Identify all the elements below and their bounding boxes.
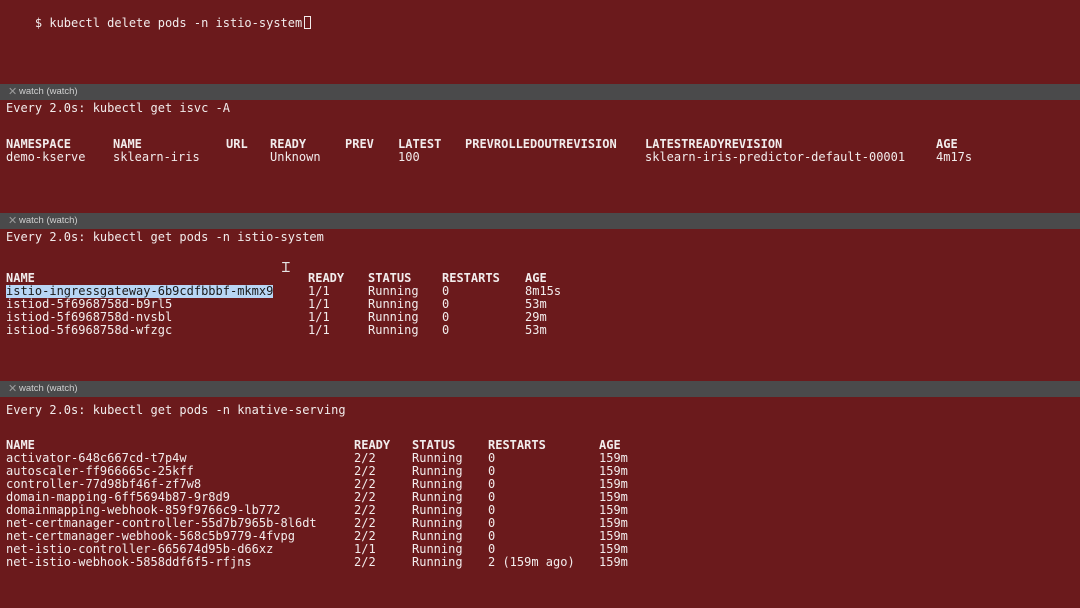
table-cell: 0 xyxy=(442,323,450,337)
table-cell: Unknown xyxy=(270,150,321,164)
watch-pane-knative-serving[interactable]: Every 2.0s: kubectl get pods -n knative-… xyxy=(0,397,1080,608)
col-header-prevrolledoutrevision: PREVROLLEDOUTREVISION xyxy=(465,137,617,151)
shell-prompt-text: $ kubectl delete pods -n istio-system xyxy=(34,16,303,30)
watch-command: Every 2.0s: kubectl get isvc -A xyxy=(6,101,230,115)
table-cell: 1/1 xyxy=(308,323,330,337)
shell-pane[interactable]: $ kubectl delete pods -n istio-system xyxy=(0,0,1080,84)
table-cell: 2 (159m ago) xyxy=(488,555,575,569)
table-cell: sklearn-iris-predictor-default-00001 xyxy=(645,150,906,164)
col-header-prev: PREV xyxy=(345,137,374,151)
table-cell: Running xyxy=(412,555,463,569)
pane-tab-title: watch (watch) xyxy=(19,383,78,394)
table-cell: 4m17s xyxy=(936,150,973,164)
table-cell: 2/2 xyxy=(354,555,376,569)
table-cell: 100 xyxy=(398,150,420,164)
watch-pane-isvc[interactable]: Every 2.0s: kubectl get isvc -A NAMESPAC… xyxy=(0,100,1080,213)
pane-tab-isvc[interactable]: ✕ watch (watch) xyxy=(0,84,1080,100)
col-header-url: URL xyxy=(226,137,248,151)
pane-tab-title: watch (watch) xyxy=(19,86,78,97)
table-cell: Running xyxy=(368,323,419,337)
table-cell: demo-kserve xyxy=(6,150,86,164)
watch-command: Every 2.0s: kubectl get pods -n istio-sy… xyxy=(6,230,324,244)
table-cell: 159m xyxy=(599,555,628,569)
close-icon[interactable]: ✕ xyxy=(8,84,17,100)
watch-command: Every 2.0s: kubectl get pods -n knative-… xyxy=(6,403,346,417)
shell-prompt-line: $ kubectl delete pods -n istio-system xyxy=(6,3,312,43)
pane-tab-knative-serving[interactable]: ✕ watch (watch) xyxy=(0,381,1080,397)
col-header-restarts: RESTARTS xyxy=(442,271,500,285)
pane-tab-title: watch (watch) xyxy=(19,215,78,226)
pane-tab-istio-system[interactable]: ✕ watch (watch) xyxy=(0,213,1080,229)
table-cell: istiod-5f6968758d-wfzgc xyxy=(6,323,173,337)
table-cell: sklearn-iris xyxy=(113,150,200,164)
text-cursor xyxy=(304,16,312,29)
close-icon[interactable]: ✕ xyxy=(8,213,17,229)
col-header-restarts: RESTARTS xyxy=(488,438,546,452)
table-cell: net-istio-webhook-5858ddf6f5-rfjns xyxy=(6,555,252,569)
ibeam-cursor-icon: Ɪ xyxy=(282,260,290,276)
table-cell: 53m xyxy=(525,323,547,337)
watch-pane-istio-system[interactable]: Every 2.0s: kubectl get pods -n istio-sy… xyxy=(0,229,1080,381)
close-icon[interactable]: ✕ xyxy=(8,381,17,397)
